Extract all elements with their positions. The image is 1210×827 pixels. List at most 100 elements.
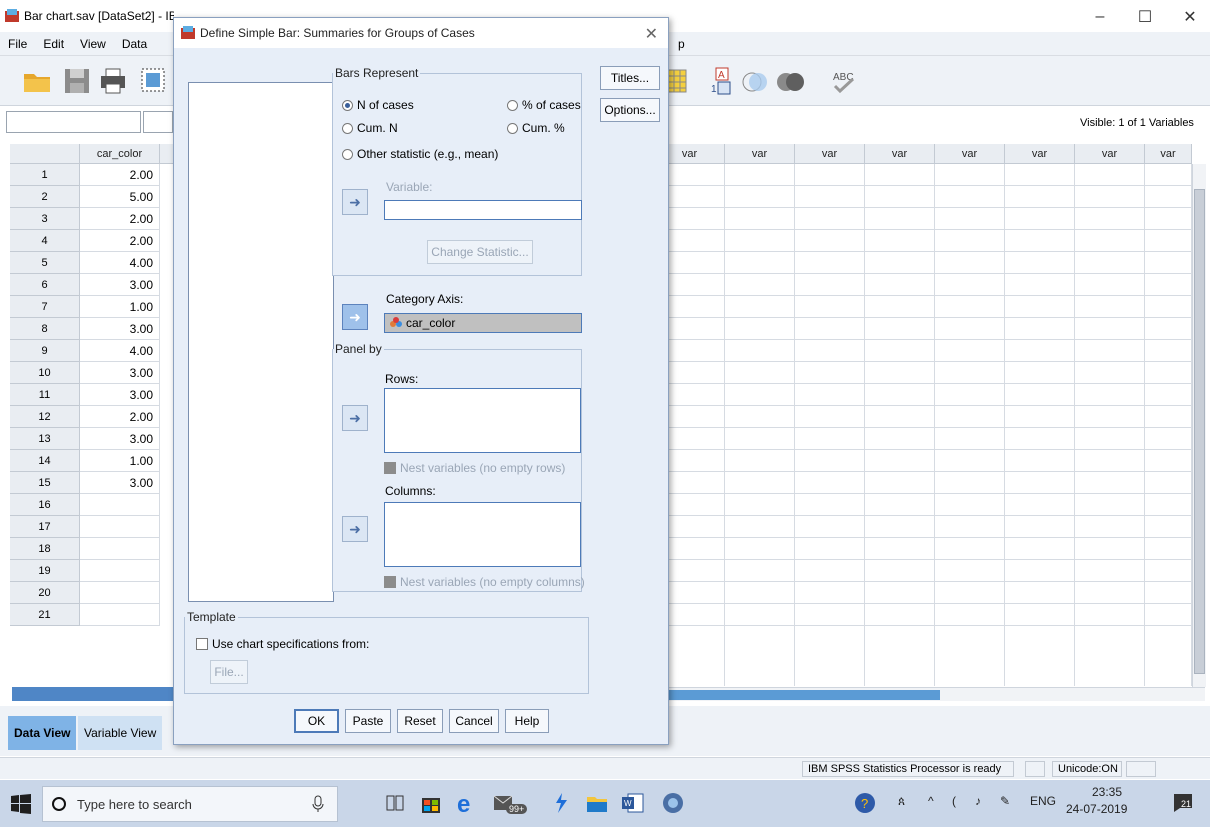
dialog-close-icon[interactable]: ✕ [645,24,658,44]
horizontal-scrollbar-left[interactable] [12,687,175,701]
table-cell[interactable] [80,582,160,604]
menu-view[interactable]: View [72,37,114,51]
column-header-var[interactable]: var [865,144,935,164]
close-button[interactable]: ✕ [1170,6,1210,28]
row-header[interactable]: 11 [10,384,80,406]
nest-columns-checkbox[interactable]: Nest variables (no empty columns) [384,575,585,589]
table-cell[interactable] [80,538,160,560]
table-cell[interactable]: 3.00 [80,472,160,494]
maximize-button[interactable]: ☐ [1125,6,1165,28]
tab-data-view[interactable]: Data View [8,716,77,750]
spell-check-icon[interactable]: ABC [830,66,860,96]
row-header[interactable]: 8 [10,318,80,340]
table-cell[interactable]: 3.00 [80,274,160,296]
task-view-icon[interactable] [382,790,408,816]
people-icon[interactable]: ጰ [898,794,905,809]
windows-start-icon[interactable] [8,791,34,817]
table-cell[interactable]: 3.00 [80,318,160,340]
radio-n-of-cases[interactable]: N of cases [342,98,414,112]
use-variable-sets-icon[interactable] [740,66,770,96]
print-icon[interactable] [98,66,128,96]
save-icon[interactable] [62,66,92,96]
table-cell[interactable]: 2.00 [80,406,160,428]
value-labels-icon[interactable]: A1 [706,66,736,96]
minimize-button[interactable]: – [1080,6,1120,28]
table-cell[interactable] [80,494,160,516]
move-to-columns-button[interactable]: ➜ [342,516,368,542]
rows-field[interactable] [384,388,581,453]
column-header-car-color[interactable]: car_color [80,144,160,164]
clock-date[interactable]: 24-07-2019 [1066,802,1127,816]
table-cell[interactable]: 4.00 [80,252,160,274]
horizontal-scrollbar[interactable] [655,687,1205,701]
table-cell[interactable] [80,516,160,538]
row-header[interactable]: 2 [10,186,80,208]
language-indicator[interactable]: ENG [1030,794,1056,808]
row-header[interactable]: 17 [10,516,80,538]
tab-variable-view[interactable]: Variable View [78,716,163,750]
row-header[interactable]: 7 [10,296,80,318]
table-cell[interactable]: 4.00 [80,340,160,362]
column-header-var[interactable]: var [795,144,865,164]
wifi-icon[interactable]: ( [952,794,956,808]
action-center-icon[interactable]: 21 [1170,790,1196,816]
table-cell[interactable] [80,560,160,582]
column-header-var[interactable]: var [1005,144,1075,164]
row-header[interactable]: 5 [10,252,80,274]
vertical-scrollbar[interactable] [1192,164,1206,687]
table-cell[interactable]: 1.00 [80,450,160,472]
cell-reference-field[interactable] [6,111,141,133]
table-cell[interactable]: 2.00 [80,230,160,252]
row-header[interactable]: 6 [10,274,80,296]
pen-icon[interactable]: ✎ [1000,794,1010,808]
radio-other-statistic[interactable]: Other statistic (e.g., mean) [342,147,498,161]
titles-button[interactable]: Titles... [600,66,660,90]
corner-header[interactable] [10,144,80,164]
template-file-button[interactable]: File... [210,660,248,684]
help-tray-icon[interactable]: ? [852,790,878,816]
row-header[interactable]: 13 [10,428,80,450]
table-cell[interactable]: 5.00 [80,186,160,208]
row-header[interactable]: 12 [10,406,80,428]
row-header[interactable]: 4 [10,230,80,252]
table-cell[interactable]: 3.00 [80,428,160,450]
cancel-button[interactable]: Cancel [449,709,499,733]
variable-field[interactable] [384,200,582,220]
options-button[interactable]: Options... [600,98,660,122]
row-header[interactable]: 14 [10,450,80,472]
column-header-var[interactable]: var [1145,144,1192,164]
menu-edit[interactable]: Edit [35,37,72,51]
open-folder-icon[interactable] [22,66,52,96]
clock-time[interactable]: 23:35 [1082,785,1132,799]
radio-cum-pct[interactable]: Cum. % [507,121,565,135]
row-header[interactable]: 3 [10,208,80,230]
row-header[interactable]: 20 [10,582,80,604]
table-cell[interactable]: 1.00 [80,296,160,318]
dialog-recall-icon[interactable] [140,66,170,96]
row-header[interactable]: 1 [10,164,80,186]
menu-help[interactable]: p [670,37,693,51]
ok-button[interactable]: OK [294,709,339,733]
help-button[interactable]: Help [505,709,549,733]
cell-value-field[interactable] [143,111,173,133]
row-header[interactable]: 15 [10,472,80,494]
table-cell[interactable]: 2.00 [80,208,160,230]
pinned-app-icon[interactable] [548,790,574,816]
taskbar-search-box[interactable]: Type here to search [42,786,338,822]
edge-browser-icon[interactable]: e [454,790,480,816]
row-header[interactable]: 19 [10,560,80,582]
use-chart-spec-checkbox[interactable]: Use chart specifications from: [196,637,369,651]
chevron-up-icon[interactable]: ^ [928,794,934,808]
category-axis-field[interactable]: car_color [384,313,582,333]
row-header[interactable]: 9 [10,340,80,362]
change-statistic-button[interactable]: Change Statistic... [427,240,533,264]
source-variable-list[interactable] [188,82,334,602]
row-header[interactable]: 21 [10,604,80,626]
radio-cum-n[interactable]: Cum. N [342,121,398,135]
menu-data[interactable]: Data [114,37,155,51]
reset-button[interactable]: Reset [397,709,443,733]
table-cell[interactable] [80,604,160,626]
move-to-variable-button[interactable]: ➜ [342,189,368,215]
menu-file[interactable]: File [0,37,35,51]
word-icon[interactable]: W [620,790,646,816]
